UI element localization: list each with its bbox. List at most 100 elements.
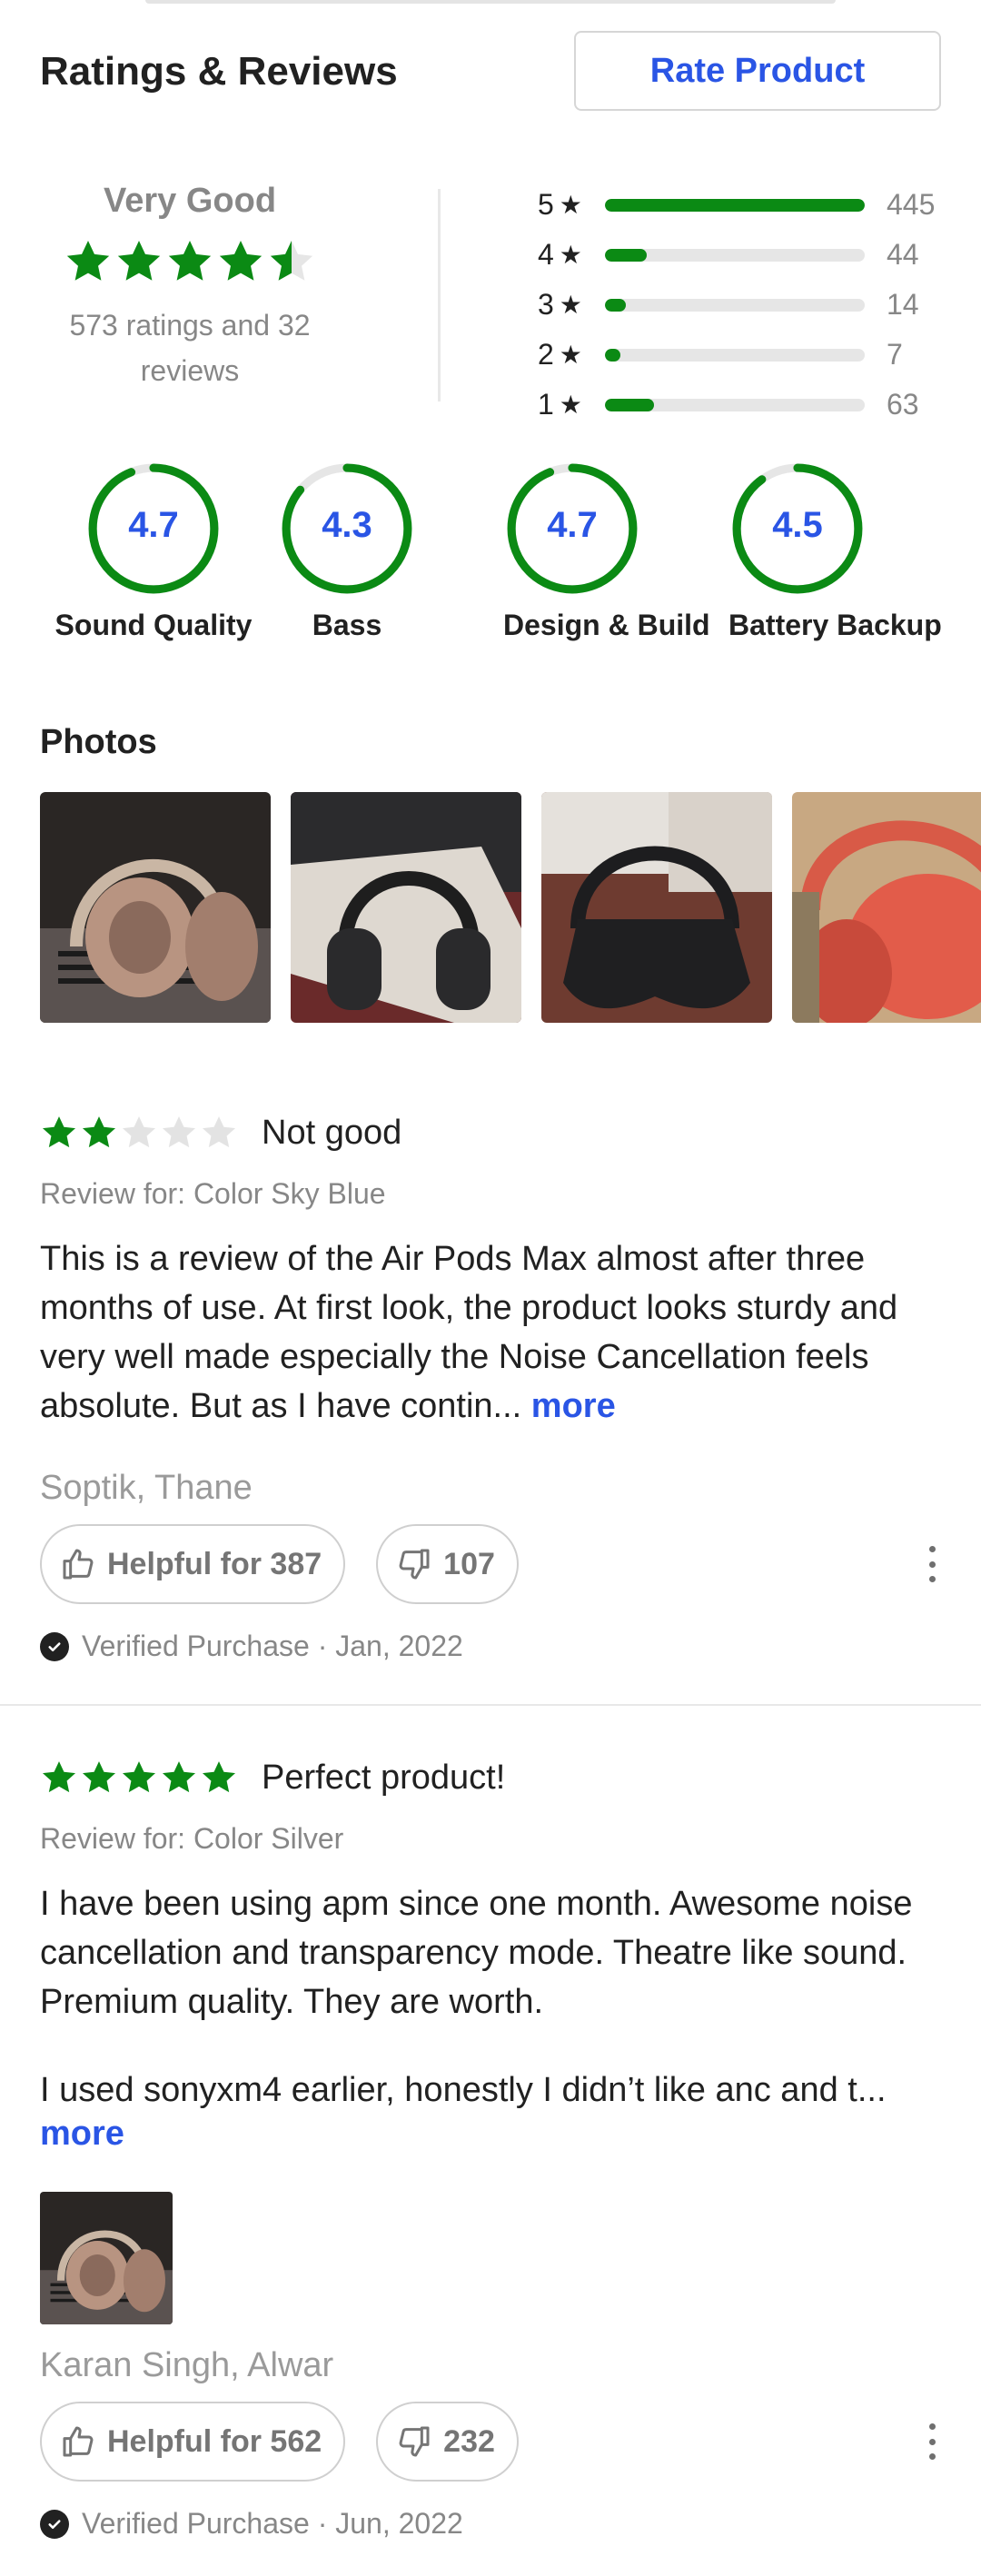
distribution-bar-fill (605, 348, 621, 362)
star-icon: ★ (559, 241, 582, 269)
helpful-button[interactable]: Helpful for 562 (40, 2402, 346, 2482)
aspect-design-build[interactable]: 4.7 Design & Build (503, 460, 710, 642)
star-level-label: 3 (538, 288, 554, 321)
star-icon (80, 1114, 118, 1152)
review-body-paragraph: I used sonyxm4 earlier, honestly I didn’… (40, 2068, 941, 2155)
distribution-count: 445 (887, 188, 936, 221)
verified-purchase: Verified Purchase · Jun, 2022 (40, 2507, 941, 2541)
thumbs-up-icon (63, 1549, 94, 1580)
aspect-score: 4.3 (322, 505, 372, 545)
review-title: Not good (262, 1113, 402, 1152)
read-more-link[interactable]: more (40, 2115, 124, 2153)
star-icon (114, 237, 164, 286)
verified-text: Verified Purchase · Jun, 2022 (82, 2507, 463, 2540)
distribution-count: 63 (887, 388, 919, 421)
photo-strip[interactable] (40, 792, 981, 1023)
verified-purchase: Verified Purchase · Jan, 2022 (40, 1630, 941, 1663)
review-photo[interactable] (792, 792, 981, 1023)
distribution-bar (605, 298, 865, 312)
review-actions: Helpful for 387 107 (40, 1524, 941, 1604)
star-level-label: 1 (538, 388, 554, 421)
unhelpful-count: 107 (443, 1546, 495, 1581)
photos-title: Photos (40, 723, 157, 761)
rating-verdict: Very Good (103, 182, 277, 220)
star-empty-icon (120, 1114, 158, 1152)
review-variant: Review for: Color Silver (40, 1822, 344, 1855)
aspect-bass[interactable]: 4.3 Bass (278, 460, 416, 642)
distribution-bar-fill (605, 248, 647, 262)
rating-summary: Very Good 573 ratings and 32 reviews (40, 182, 340, 393)
thumbs-down-icon (399, 1549, 430, 1580)
aspect-name: Battery Backup (728, 609, 942, 641)
distribution-count: 7 (887, 338, 903, 371)
star-icon (200, 1759, 238, 1797)
more-options-icon[interactable] (923, 1546, 941, 1582)
distribution-count: 14 (887, 288, 919, 321)
review-star-rating (40, 1759, 238, 1797)
review-photo[interactable] (40, 792, 271, 1023)
review-photo-thumbnail[interactable] (40, 2192, 173, 2324)
rating-distribution: 5 ★ 445 4 ★ 44 3 ★ 14 2 ★ 7 1 ★ 63 (538, 180, 941, 430)
review-text: I used sonyxm4 earlier, honestly I didn’… (40, 2071, 887, 2109)
review-photo[interactable] (541, 792, 772, 1023)
star-icon: ★ (559, 391, 582, 419)
aspect-sound-quality[interactable]: 4.7 Sound Quality (40, 460, 267, 642)
review-body-paragraph: I have been using apm since one month. A… (40, 1885, 913, 2021)
not-helpful-button[interactable]: 107 (376, 1524, 519, 1604)
review-text: This is a review of the Air Pods Max alm… (40, 1240, 898, 1425)
thumbs-down-icon (399, 2426, 430, 2457)
review-author: Soptik, Thane (40, 1469, 253, 1507)
star-empty-icon (160, 1114, 198, 1152)
distribution-row-5: 5 ★ 445 (538, 180, 941, 230)
star-icon: ★ (559, 191, 582, 219)
star-icon (80, 1759, 118, 1797)
aspect-battery-backup[interactable]: 4.5 Battery Backup (728, 460, 942, 642)
ratings-header: Ratings & Reviews Rate Product (40, 31, 941, 113)
review-card: Perfect product! Review for: Color Silve… (40, 1755, 941, 2541)
review-photo[interactable] (291, 792, 521, 1023)
average-star-rating (40, 237, 340, 286)
verified-check-icon (40, 2509, 69, 2539)
summary-divider (438, 189, 441, 401)
review-variant: Review for: Color Sky Blue (40, 1177, 386, 1210)
star-icon (160, 1759, 198, 1797)
verified-text: Verified Purchase · Jan, 2022 (82, 1630, 463, 1662)
star-icon (40, 1759, 78, 1797)
review-actions: Helpful for 562 232 (40, 2402, 941, 2482)
aspect-score: 4.5 (772, 505, 823, 545)
not-helpful-button[interactable]: 232 (376, 2402, 519, 2482)
star-icon (165, 237, 214, 286)
review-card: Not good Review for: Color Sky Blue This… (40, 1110, 941, 1663)
helpful-count: Helpful for 562 (107, 2423, 322, 2459)
aspect-name: Sound Quality (54, 609, 253, 641)
distribution-bar (605, 248, 865, 262)
star-level-label: 4 (538, 238, 554, 271)
verified-check-icon (40, 1631, 69, 1661)
star-icon (120, 1759, 158, 1797)
unhelpful-count: 232 (443, 2423, 495, 2459)
distribution-row-4: 4 ★ 44 (538, 230, 941, 280)
star-icon (64, 237, 113, 286)
aspect-name: Bass (312, 609, 382, 641)
more-options-icon[interactable] (923, 2423, 941, 2460)
review-author: Karan Singh, Alwar (40, 2346, 334, 2384)
distribution-bar-fill (605, 298, 626, 312)
distribution-bar (605, 348, 865, 362)
distribution-row-3: 3 ★ 14 (538, 280, 941, 330)
read-more-link[interactable]: more (531, 1387, 616, 1425)
rate-product-button[interactable]: Rate Product (574, 31, 941, 111)
star-icon (40, 1114, 78, 1152)
distribution-count: 44 (887, 238, 919, 271)
star-icon: ★ (559, 291, 582, 319)
star-icon (216, 237, 265, 286)
aspect-ratings: 4.7 Sound Quality 4.3 Bass 4.7 Design & … (40, 460, 942, 650)
review-title: Perfect product! (262, 1758, 506, 1797)
distribution-row-2: 2 ★ 7 (538, 330, 941, 380)
sheet-handle (145, 0, 836, 4)
helpful-button[interactable]: Helpful for 387 (40, 1524, 346, 1604)
helpful-count: Helpful for 387 (107, 1546, 322, 1581)
star-icon: ★ (559, 341, 582, 369)
section-title: Ratings & Reviews (40, 49, 398, 94)
star-empty-icon (200, 1114, 238, 1152)
thumbs-up-icon (63, 2426, 94, 2457)
